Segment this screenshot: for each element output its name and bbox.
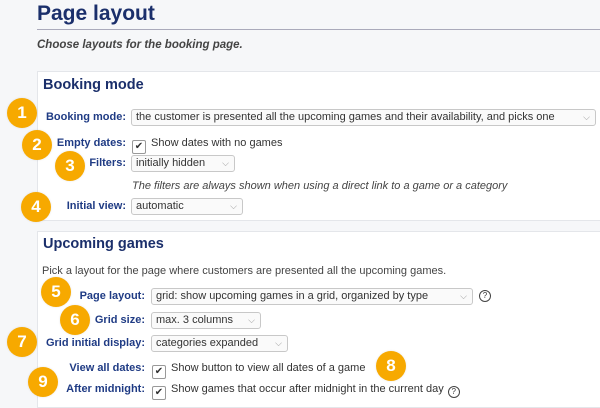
view-all-dates-checkbox[interactable]: ✔ Show button to view all dates of a game xyxy=(152,361,365,379)
initial-view-select[interactable]: automatic ⌵ xyxy=(131,198,243,215)
callout-badge: 9 xyxy=(28,367,58,397)
chevron-down-icon: ⌵ xyxy=(583,112,590,122)
grid-display-select[interactable]: categories expanded ⌵ xyxy=(151,335,288,352)
chevron-down-icon: ⌵ xyxy=(460,291,467,301)
page-title: Page layout xyxy=(37,2,155,25)
grid-display-value: categories expanded xyxy=(156,337,259,349)
page-layout-value: grid: show upcoming games in a grid, org… xyxy=(156,290,429,302)
after-midnight-checkbox[interactable]: ✔ Show games that occur after midnight in… xyxy=(152,382,460,400)
grid-size-value: max. 3 columns xyxy=(156,314,234,326)
after-midnight-label: After midnight: xyxy=(66,383,145,395)
filters-select[interactable]: initially hidden ⌵ xyxy=(131,155,235,172)
filters-label: Filters: xyxy=(89,157,126,169)
page-layout-select[interactable]: grid: show upcoming games in a grid, org… xyxy=(151,288,473,305)
callout-badge: 5 xyxy=(41,277,71,307)
filters-note: The filters are always shown when using … xyxy=(132,180,508,192)
view-all-dates-label: View all dates: xyxy=(69,362,145,374)
grid-display-label: Grid initial display: xyxy=(45,337,145,349)
booking-mode-select[interactable]: the customer is presented all the upcomi… xyxy=(131,109,596,126)
filters-value: initially hidden xyxy=(136,157,206,169)
callout-badge: 3 xyxy=(55,151,85,181)
grid-size-select[interactable]: max. 3 columns ⌵ xyxy=(151,312,261,329)
callout-badge: 8 xyxy=(376,351,406,381)
empty-dates-checkbox[interactable]: ✔ Show dates with no games xyxy=(132,136,282,154)
page-layout-label: Page layout: xyxy=(79,290,145,302)
upcoming-intro: Pick a layout for the page where custome… xyxy=(42,265,447,277)
help-circle-icon[interactable]: ? xyxy=(447,386,460,398)
initial-view-value: automatic xyxy=(136,200,184,212)
help-circle-icon[interactable]: ? xyxy=(479,290,491,302)
booking-mode-label: Booking mode: xyxy=(45,111,126,123)
title-divider xyxy=(37,29,600,30)
callout-badge: 2 xyxy=(22,130,52,160)
view-all-dates-text: Show button to view all dates of a game xyxy=(171,362,366,374)
callout-badge: 7 xyxy=(7,327,37,357)
initial-view-label: Initial view: xyxy=(66,200,126,212)
callout-badge: 6 xyxy=(60,305,90,335)
chevron-down-icon: ⌵ xyxy=(248,315,255,325)
empty-dates-label: Empty dates: xyxy=(56,137,126,149)
check-icon: ✔ xyxy=(152,386,166,400)
booking-mode-value: the customer is presented all the upcomi… xyxy=(136,111,555,123)
upcoming-games-heading: Upcoming games xyxy=(43,236,164,252)
after-midnight-text: Show games that occur after midnight in … xyxy=(171,383,444,395)
check-icon: ✔ xyxy=(132,140,146,154)
check-icon: ✔ xyxy=(152,365,166,379)
chevron-down-icon: ⌵ xyxy=(222,158,229,168)
grid-size-label: Grid size: xyxy=(94,314,145,326)
chevron-down-icon: ⌵ xyxy=(275,338,282,348)
page-subtitle: Choose layouts for the booking page. xyxy=(37,39,243,51)
chevron-down-icon: ⌵ xyxy=(230,201,237,211)
empty-dates-text: Show dates with no games xyxy=(151,137,283,149)
callout-badge: 4 xyxy=(21,192,51,222)
callout-badge: 1 xyxy=(7,98,37,128)
booking-mode-heading: Booking mode xyxy=(43,77,144,93)
